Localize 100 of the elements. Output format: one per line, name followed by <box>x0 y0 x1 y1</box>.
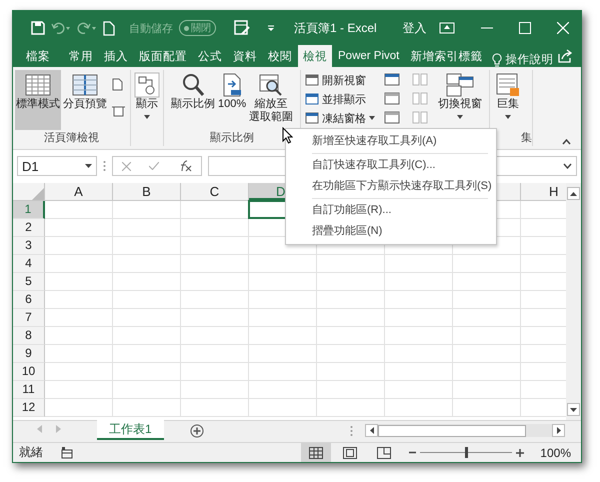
ribbon-tab[interactable]: 檔案 <box>21 45 55 67</box>
window-icon <box>305 93 320 105</box>
window-icon <box>305 74 320 86</box>
scroll-up-button[interactable] <box>567 187 580 200</box>
ribbon-tab[interactable]: 校閱 <box>263 45 297 67</box>
normal-view-button[interactable] <box>301 443 332 462</box>
collapse-ribbon-icon[interactable] <box>562 139 571 145</box>
page-icon <box>112 78 123 91</box>
column-header[interactable]: B <box>113 183 181 200</box>
row-header[interactable]: 6 <box>13 291 45 309</box>
window-icon <box>384 92 400 105</box>
row-header[interactable]: 3 <box>13 237 45 255</box>
ribbon-button[interactable]: 100% <box>217 70 248 130</box>
group-label: 活頁簿檢視 <box>44 131 99 146</box>
ribbon-tab[interactable]: 新增索引標籤 <box>405 45 488 67</box>
share-icon[interactable] <box>557 48 573 64</box>
menu-item[interactable]: 自訂快速存取工具列(C)... <box>286 155 496 176</box>
ribbon-button[interactable]: 開新視窗 <box>305 72 376 88</box>
tell-me-field[interactable]: 操作說明 <box>505 52 554 67</box>
up-arrow-icon <box>570 192 577 196</box>
side-by-side-icon <box>412 111 428 124</box>
row-header[interactable]: 11 <box>13 381 45 399</box>
ribbon-tab[interactable]: 版面配置 <box>134 45 192 67</box>
zoom-out-icon[interactable] <box>409 449 416 456</box>
group-label: 集 <box>521 131 532 146</box>
window-title: 活頁簿1 - Excel <box>294 20 377 36</box>
row-header[interactable]: 1 <box>13 201 45 219</box>
name-box[interactable]: D1 <box>17 156 97 176</box>
ribbon-button[interactable]: 縮放至 選取範圍 <box>248 70 294 130</box>
macro-icon <box>495 72 522 98</box>
scroll-right-button[interactable] <box>552 424 565 437</box>
vertical-scrollbar[interactable] <box>566 183 581 420</box>
macro-record-icon[interactable] <box>61 446 73 458</box>
row-header[interactable]: 12 <box>13 399 45 417</box>
status-text: 就緒 <box>19 444 43 461</box>
window-icon <box>384 73 400 86</box>
row-header[interactable]: 7 <box>13 309 45 327</box>
ribbon-button[interactable]: 巨集 <box>494 70 522 130</box>
maximize-icon[interactable] <box>519 22 531 34</box>
column-header[interactable]: A <box>45 183 113 200</box>
row-header[interactable]: 9 <box>13 345 45 363</box>
customize-toolbar-icon[interactable] <box>266 23 276 33</box>
menu-item[interactable]: 自訂功能區(R)... <box>286 200 496 221</box>
show-icon <box>134 72 160 98</box>
undo-icon[interactable] <box>51 22 71 34</box>
side-by-side-icon <box>412 92 428 105</box>
ribbon-button[interactable]: 顯示 <box>133 70 161 130</box>
ribbon-button[interactable]: 分頁預覽 <box>62 70 108 130</box>
group-label: 顯示比例 <box>210 130 254 146</box>
ribbon-display-icon[interactable] <box>439 22 455 34</box>
switch-windows-icon <box>445 72 476 98</box>
cell-grid[interactable] <box>45 201 566 417</box>
menu-item[interactable]: 摺疊功能區(N) <box>286 221 496 242</box>
ribbon-button[interactable]: 並排顯示 <box>305 91 376 107</box>
down-arrow-icon <box>570 408 577 412</box>
ribbon-button[interactable]: 標準模式 <box>15 70 61 130</box>
zoom-percentage[interactable]: 100% <box>540 446 571 460</box>
scrollbar-thumb[interactable] <box>378 424 526 436</box>
horizontal-scrollbar[interactable] <box>365 424 565 437</box>
close-icon[interactable] <box>557 22 569 34</box>
sign-in-link[interactable]: 登入 <box>402 20 427 36</box>
left-arrow-icon <box>370 427 374 434</box>
grip-icon <box>103 160 106 172</box>
scroll-left-button[interactable] <box>365 424 378 437</box>
ribbon-tab[interactable]: Power Pivot <box>333 45 404 67</box>
new-document-icon[interactable] <box>103 20 115 36</box>
grip-icon <box>350 424 353 436</box>
row-header[interactable]: 8 <box>13 327 45 345</box>
row-header[interactable]: 10 <box>13 363 45 381</box>
ribbon-tab[interactable]: 公式 <box>193 45 227 67</box>
right-arrow-icon <box>556 427 560 434</box>
scroll-down-button[interactable] <box>567 403 580 416</box>
ribbon-tab[interactable]: 插入 <box>99 45 133 67</box>
row-header[interactable]: 2 <box>13 219 45 237</box>
minimize-icon[interactable] <box>481 27 493 29</box>
ribbon-button[interactable]: 凍結窗格 <box>305 110 376 126</box>
page-icon <box>343 446 358 458</box>
add-sheet-icon[interactable] <box>190 424 204 438</box>
side-by-side-icon <box>412 73 428 86</box>
expand-icon[interactable] <box>563 163 572 169</box>
zoom-in-icon[interactable] <box>516 448 524 456</box>
save-icon[interactable] <box>31 21 45 35</box>
grid-icon <box>24 72 52 98</box>
magnifier-icon <box>180 72 206 98</box>
window-icon <box>305 112 320 124</box>
autosave-label: 自動儲存 <box>129 22 173 36</box>
sheet-tab[interactable]: 工作表1 <box>97 420 164 440</box>
form-icon[interactable] <box>234 20 250 36</box>
grid-icon <box>309 446 324 458</box>
row-header[interactable]: 4 <box>13 255 45 273</box>
ribbon-tab[interactable]: 檢視 <box>298 45 332 67</box>
ribbon-button[interactable]: 顯示比例 <box>170 70 216 130</box>
page-layout-icon <box>112 105 125 118</box>
ribbon-tab[interactable]: 常用 <box>64 45 98 67</box>
row-header[interactable]: 5 <box>13 273 45 291</box>
ribbon-tab[interactable]: 資料 <box>228 45 262 67</box>
ribbon-button[interactable]: 切換視窗 <box>437 70 484 130</box>
page-break-icon <box>71 72 99 98</box>
zoom-selection-icon <box>258 72 284 98</box>
redo-icon[interactable] <box>77 22 97 34</box>
